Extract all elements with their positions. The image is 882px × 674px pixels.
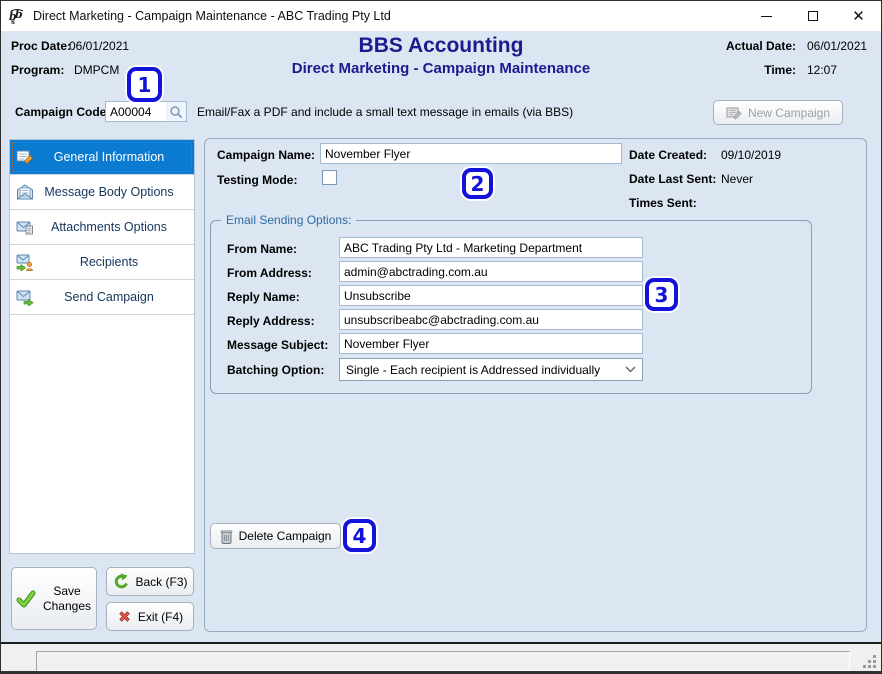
reply-address-input[interactable] [339, 309, 643, 330]
campaign-name-input[interactable] [320, 143, 622, 164]
bbs-logo-icon: b b s [9, 8, 26, 25]
search-icon [169, 105, 183, 119]
screen-title: Direct Marketing - Campaign Maintenance [1, 60, 881, 77]
time-value: 12:07 [807, 63, 837, 77]
minimize-button[interactable] [744, 1, 789, 31]
maximize-button[interactable] [790, 1, 835, 31]
sidebar-nav: General Information Message Body Options… [9, 139, 195, 554]
date-last-sent-label: Date Last Sent: [629, 172, 716, 186]
exit-label: Exit (F4) [138, 610, 183, 624]
times-sent-label: Times Sent: [629, 196, 697, 210]
sidebar-item-label: Attachments Options [10, 220, 194, 234]
sidebar-item-send-campaign[interactable]: Send Campaign [10, 280, 194, 315]
campaign-name-label: Campaign Name: [217, 148, 315, 162]
campaign-description: Email/Fax a PDF and include a small text… [197, 105, 573, 119]
delete-campaign-button[interactable]: Delete Campaign [210, 523, 341, 549]
close-button[interactable]: ✕ [836, 1, 881, 31]
campaign-code-lookup-button[interactable] [166, 101, 187, 122]
sidebar-item-label: Send Campaign [10, 290, 194, 304]
actual-date-label: Actual Date: [726, 39, 796, 53]
message-subject-input[interactable] [339, 333, 643, 354]
campaign-code-input[interactable] [105, 101, 167, 122]
sidebar-item-label: Recipients [10, 255, 194, 269]
time-label: Time: [764, 63, 796, 77]
message-subject-label: Message Subject: [227, 338, 328, 352]
minimize-icon [761, 16, 772, 17]
batching-option-value: Single - Each recipient is Addressed ind… [346, 363, 600, 377]
reply-address-label: Reply Address: [227, 314, 315, 328]
general-info-icon [16, 148, 34, 166]
from-address-input[interactable] [339, 261, 643, 282]
resize-grip-icon[interactable] [862, 654, 878, 670]
back-arrow-icon [112, 573, 129, 590]
sidebar-item-recipients[interactable]: Recipients [10, 245, 194, 280]
message-body-icon [16, 183, 34, 201]
back-label: Back (F3) [135, 575, 187, 589]
from-address-label: From Address: [227, 266, 312, 280]
new-campaign-button[interactable]: New Campaign [713, 100, 843, 125]
check-icon [16, 589, 36, 609]
svg-text:s: s [11, 17, 15, 25]
close-icon: ✕ [852, 9, 865, 24]
app-window: b b s Direct Marketing - Campaign Mainte… [0, 0, 882, 674]
from-name-input[interactable] [339, 237, 643, 258]
attachments-icon [16, 218, 34, 236]
screen-edge-strip [1, 671, 881, 673]
save-changes-label: Save Changes [42, 584, 92, 614]
main-panel: Campaign Name: Testing Mode: Date Create… [204, 138, 867, 632]
campaign-code-label: Campaign Code: [15, 105, 110, 119]
exit-button[interactable]: Exit (F4) [106, 602, 194, 631]
status-panel [36, 651, 850, 671]
trash-icon [220, 529, 233, 544]
sidebar-item-message-body-options[interactable]: Message Body Options [10, 175, 194, 210]
date-created-label: Date Created: [629, 148, 707, 162]
reply-name-input[interactable] [339, 285, 643, 306]
titlebar: b b s Direct Marketing - Campaign Mainte… [1, 1, 881, 31]
reply-name-label: Reply Name: [227, 290, 300, 304]
testing-mode-label: Testing Mode: [217, 173, 297, 187]
back-button[interactable]: Back (F3) [106, 567, 194, 596]
date-last-sent-value: Never [721, 172, 753, 186]
save-changes-button[interactable]: Save Changes [11, 567, 97, 630]
sidebar-item-label: Message Body Options [10, 185, 194, 199]
actual-date-value: 06/01/2021 [807, 39, 867, 53]
send-campaign-icon [16, 288, 34, 306]
delete-campaign-label: Delete Campaign [239, 529, 332, 543]
email-sending-options-title: Email Sending Options: [221, 213, 356, 227]
testing-mode-checkbox[interactable] [322, 170, 337, 185]
window-title: Direct Marketing - Campaign Maintenance … [33, 1, 391, 31]
red-x-icon [117, 609, 132, 624]
date-created-value: 09/10/2019 [721, 148, 781, 162]
batching-option-select[interactable]: Single - Each recipient is Addressed ind… [339, 358, 643, 381]
new-campaign-icon [726, 105, 742, 121]
sidebar-item-label: General Information [10, 150, 194, 164]
from-name-label: From Name: [227, 242, 297, 256]
sidebar-item-general-information[interactable]: General Information [10, 140, 194, 175]
maximize-icon [808, 11, 818, 21]
email-sending-options-group: Email Sending Options: From Name: From A… [210, 220, 812, 394]
chevron-down-icon [625, 366, 636, 373]
recipients-icon [16, 253, 34, 271]
batching-option-label: Batching Option: [227, 363, 324, 377]
status-bar [1, 644, 881, 673]
new-campaign-label: New Campaign [748, 106, 830, 120]
sidebar-item-attachments-options[interactable]: Attachments Options [10, 210, 194, 245]
